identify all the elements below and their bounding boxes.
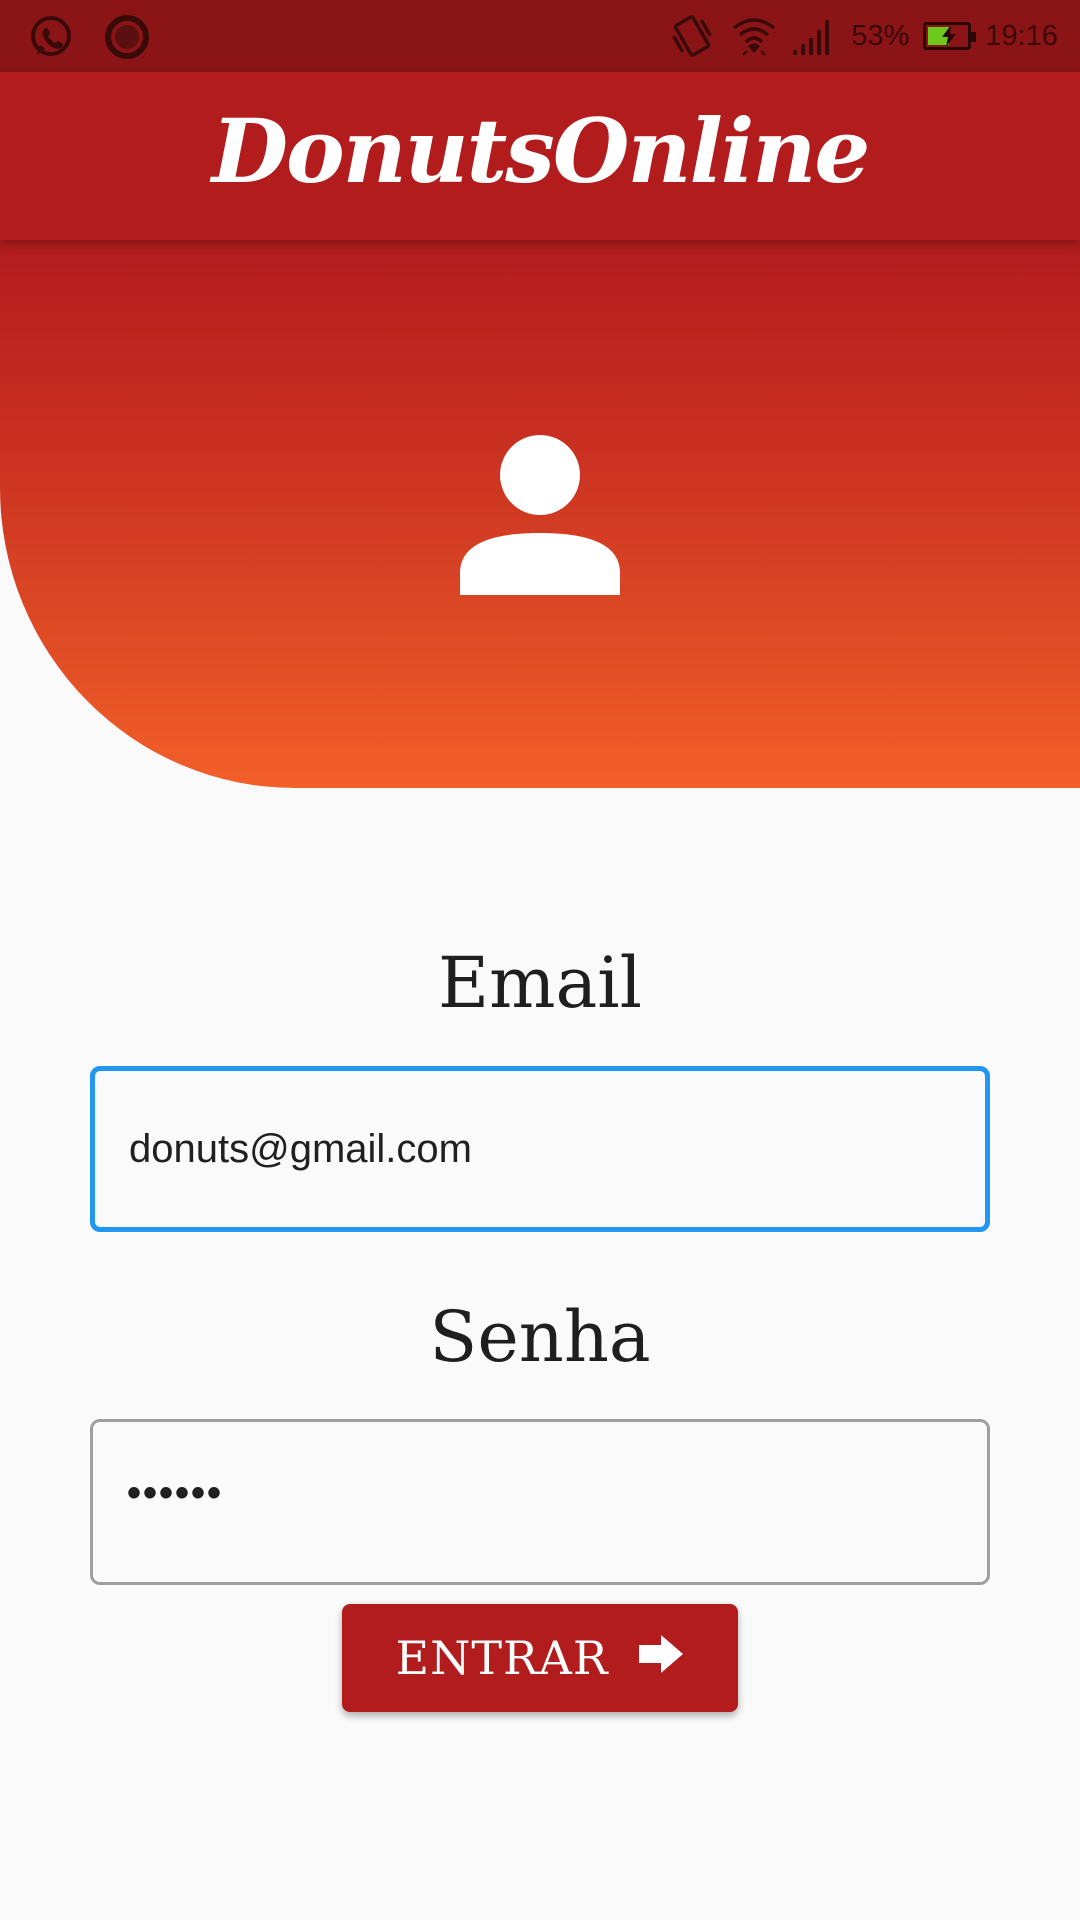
app-bar: DonutsOnline: [0, 72, 1080, 240]
whatsapp-icon: [28, 14, 74, 60]
password-field[interactable]: ••••••: [90, 1419, 990, 1585]
password-value: ••••••: [127, 1470, 224, 1515]
login-button-label: ENTRAR: [395, 1631, 609, 1685]
clock: 19:16: [985, 19, 1058, 52]
password-label: Senha: [429, 1296, 651, 1378]
battery-charging-icon: [923, 22, 977, 50]
status-icons: 53% 19:16: [667, 0, 1058, 72]
email-label: Email: [438, 942, 642, 1024]
login-screen: 53% 19:16 DonutsOnline Email donuts@gmai…: [0, 0, 1080, 1920]
arrow-right-icon: [637, 1632, 685, 1686]
battery-percent: 53%: [851, 19, 910, 52]
signal-icon: [791, 16, 837, 56]
wifi-icon: [731, 13, 777, 59]
status-bar: 53% 19:16: [0, 0, 1080, 72]
record-icon: [104, 14, 150, 60]
email-value: donuts@gmail.com: [129, 1126, 472, 1171]
login-button[interactable]: ENTRAR: [342, 1604, 738, 1712]
email-field[interactable]: donuts@gmail.com: [90, 1066, 990, 1232]
app-title: DonutsOnline: [211, 99, 871, 203]
vibrate-icon: [667, 13, 717, 59]
person-icon: [458, 433, 622, 597]
